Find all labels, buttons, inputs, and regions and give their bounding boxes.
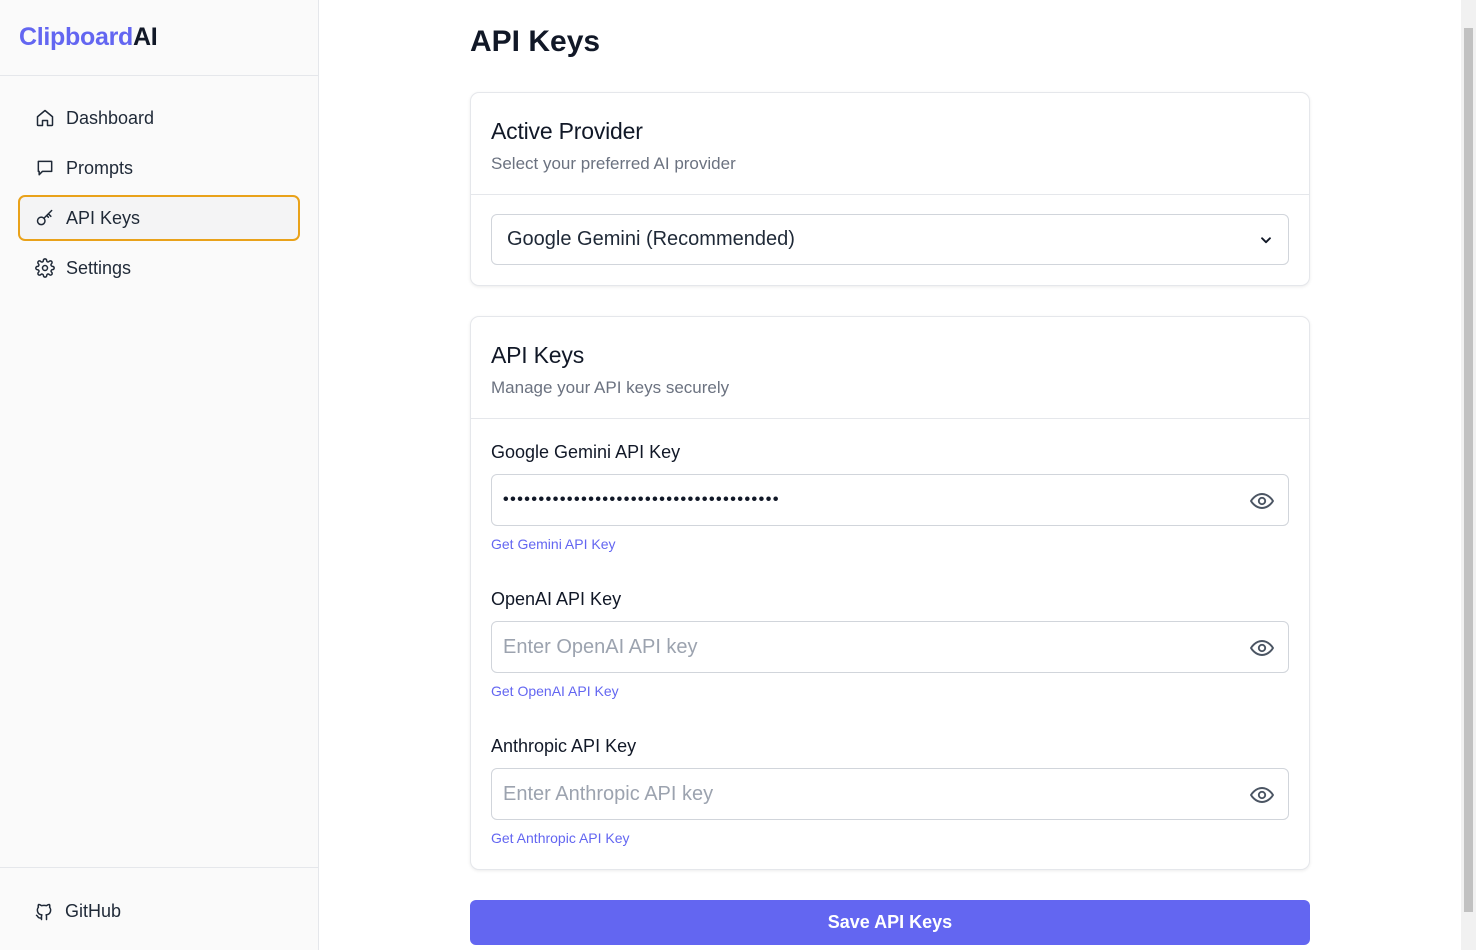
sidebar-item-label: Prompts	[66, 157, 134, 178]
api-keys-card: API Keys Manage your API keys securely G…	[470, 316, 1310, 870]
openai-key-input[interactable]: Enter OpenAI API key	[491, 621, 1289, 673]
card-header: Active Provider Select your preferred AI…	[471, 93, 1309, 195]
card-subtitle: Manage your API keys securely	[491, 378, 730, 397]
provider-select[interactable]: Google Gemini (Recommended)	[491, 214, 1289, 265]
field-label: Anthropic API Key	[491, 736, 637, 756]
provider-select-value: Google Gemini (Recommended)	[507, 228, 795, 250]
field-label: OpenAI API Key	[491, 589, 622, 609]
scrollbar[interactable]	[1461, 0, 1476, 950]
sidebar-item-settings[interactable]: Settings	[18, 245, 300, 291]
get-openai-key-link[interactable]: Get OpenAI API Key	[491, 683, 619, 699]
page-title: API Keys	[470, 25, 601, 58]
gear-icon	[35, 258, 55, 278]
github-label: GitHub	[65, 901, 122, 921]
sidebar-item-dashboard[interactable]: Dashboard	[18, 95, 300, 141]
sidebar-item-label: API Keys	[66, 207, 141, 228]
brand-name-part2: AI	[132, 23, 158, 51]
brand-logo[interactable]: ClipboardAI	[0, 0, 318, 76]
get-anthropic-key-link[interactable]: Get Anthropic API Key	[491, 830, 630, 846]
card-title: API Keys	[491, 342, 584, 368]
gemini-key-field: Google Gemini API Key ••••••••••••••••••…	[491, 442, 1289, 554]
scrollbar-thumb[interactable]	[1464, 28, 1473, 912]
key-icon	[35, 208, 55, 228]
eye-icon[interactable]	[1249, 783, 1275, 807]
github-icon	[34, 902, 54, 922]
message-icon	[35, 158, 55, 178]
sidebar-item-label: Dashboard	[66, 107, 155, 128]
anthropic-key-field: Anthropic API Key Enter Anthropic API ke…	[491, 736, 1289, 848]
input-placeholder: Enter Anthropic API key	[503, 782, 714, 805]
field-label: Google Gemini API Key	[491, 442, 681, 462]
anthropic-key-input[interactable]: Enter Anthropic API key	[491, 768, 1289, 820]
card-header: API Keys Manage your API keys securely	[471, 317, 1309, 419]
sidebar-nav: Dashboard Prompts API Keys Settings	[0, 76, 318, 291]
get-gemini-key-link[interactable]: Get Gemini API Key	[491, 536, 616, 552]
brand-name-part1: Clipboard	[19, 23, 133, 51]
home-icon	[35, 108, 55, 128]
eye-icon[interactable]	[1249, 636, 1275, 660]
card-title: Active Provider	[491, 118, 643, 144]
save-api-keys-button[interactable]: Save API Keys	[470, 900, 1310, 945]
eye-icon[interactable]	[1249, 489, 1275, 513]
openai-key-field: OpenAI API Key Enter OpenAI API key Get …	[491, 589, 1289, 701]
active-provider-card: Active Provider Select your preferred AI…	[470, 92, 1310, 286]
app-window: ClipboardAI Dashboard Prompts API Keys S…	[0, 0, 1476, 950]
sidebar-item-prompts[interactable]: Prompts	[18, 145, 300, 191]
sidebar-item-label: Settings	[66, 257, 132, 278]
github-link[interactable]: GitHub	[0, 867, 318, 950]
input-placeholder: Enter OpenAI API key	[503, 635, 698, 658]
gemini-key-input[interactable]: •••••••••••••••••••••••••••••••••••••••	[491, 474, 1289, 526]
card-subtitle: Select your preferred AI provider	[491, 154, 736, 173]
sidebar-item-api-keys[interactable]: API Keys	[18, 195, 300, 241]
input-value: •••••••••••••••••••••••••••••••••••••••	[503, 491, 780, 508]
chevron-down-icon	[1259, 233, 1273, 247]
sidebar: ClipboardAI Dashboard Prompts API Keys S…	[0, 0, 319, 950]
